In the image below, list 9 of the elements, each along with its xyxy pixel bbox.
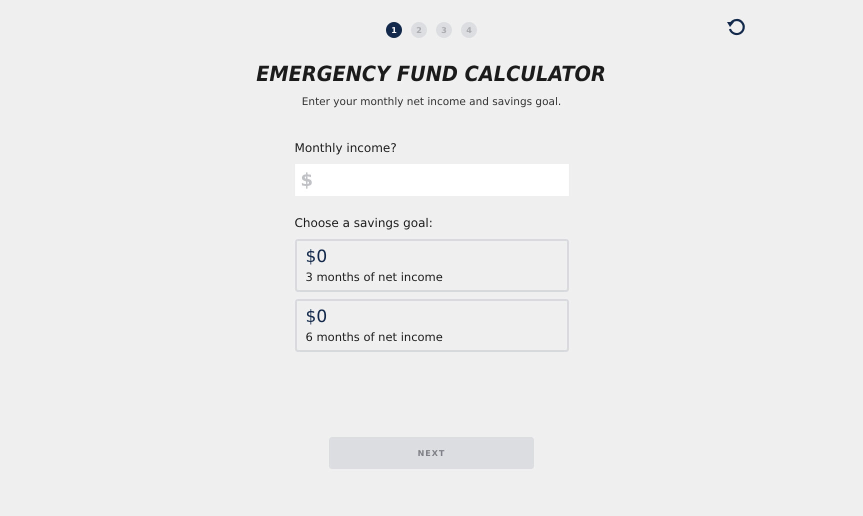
goal-option[interactable]: $0 3 months of net income bbox=[294, 239, 568, 292]
subtitle: Enter your monthly net income and savings goal. bbox=[302, 96, 562, 108]
income-field[interactable]: $ bbox=[294, 164, 568, 196]
field-label: Choose a savings goal: bbox=[294, 216, 434, 230]
reset-icon[interactable] bbox=[726, 17, 746, 37]
step-indicator: 1 bbox=[386, 22, 402, 38]
field-label: Monthly income? bbox=[294, 141, 398, 155]
goal-option[interactable]: $0 6 months of net income bbox=[294, 299, 568, 352]
page-title: EMERGENCY FUND CALCULATOR bbox=[256, 62, 606, 86]
